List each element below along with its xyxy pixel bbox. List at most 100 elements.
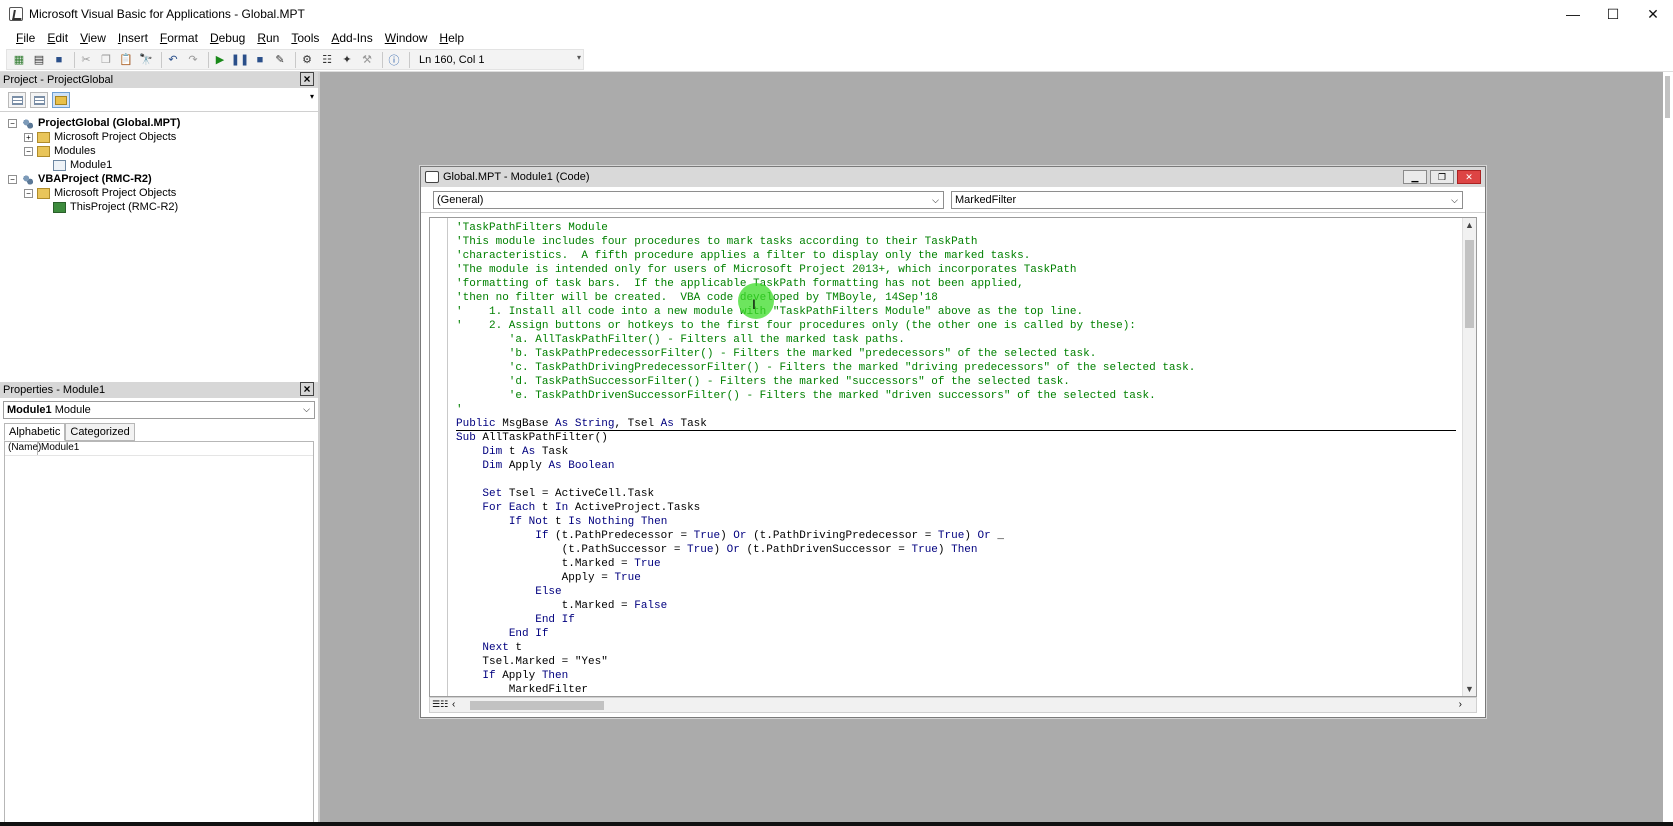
menu-view[interactable]: View: [74, 31, 112, 45]
collapse-icon[interactable]: −: [24, 146, 33, 156]
close-icon[interactable]: ✕: [1457, 170, 1481, 184]
tree-item[interactable]: ThisProject (RMC-R2): [8, 200, 318, 214]
chevron-down-icon[interactable]: ⌵: [1451, 195, 1458, 206]
horizontal-scroll-thumb[interactable]: [470, 701, 604, 710]
code-line[interactable]: 'characteristics. A fifth procedure appl…: [456, 249, 1456, 263]
code-line[interactable]: If (t.PathPredecessor = True) Or (t.Path…: [456, 529, 1456, 543]
minimize-button[interactable]: —: [1553, 0, 1593, 28]
tree-item[interactable]: − Modules: [8, 144, 318, 158]
expand-icon[interactable]: +: [24, 132, 33, 142]
code-line[interactable]: ' 2. Assign buttons or hotkeys to the fi…: [456, 319, 1456, 333]
restore-icon[interactable]: ❐: [1430, 170, 1454, 184]
view-code-button[interactable]: [8, 91, 26, 108]
code-margin[interactable]: [430, 218, 448, 696]
code-line[interactable]: Next t: [456, 641, 1456, 655]
design-mode-icon[interactable]: ✎: [272, 52, 288, 68]
code-line[interactable]: ': [456, 403, 1456, 417]
tree-item[interactable]: − Microsoft Project Objects: [8, 186, 318, 200]
code-line[interactable]: Dim t As Task: [456, 445, 1456, 459]
code-line[interactable]: ' 1. Install all code into a new module …: [456, 305, 1456, 319]
cut-icon[interactable]: ✂: [78, 52, 94, 68]
object-selector[interactable]: Module1 Module ⌵: [3, 401, 315, 419]
code-line[interactable]: t.Marked = True: [456, 557, 1456, 571]
toolbar-overflow-icon[interactable]: ▾: [577, 53, 581, 62]
save-icon[interactable]: ■: [51, 52, 67, 68]
code-line[interactable]: If Not t Is Nothing Then: [456, 515, 1456, 529]
property-row[interactable]: (Name) Module1: [5, 442, 313, 456]
chevron-down-icon[interactable]: ⌵: [303, 404, 310, 415]
code-line[interactable]: 'formatting of task bars. If the applica…: [456, 277, 1456, 291]
collapse-icon[interactable]: −: [8, 174, 17, 184]
scroll-arrow-icon[interactable]: ▾: [310, 92, 314, 101]
code-line[interactable]: 'b. TaskPathPredecessorFilter() - Filter…: [456, 347, 1456, 361]
toolbox-icon[interactable]: ⚒: [359, 52, 375, 68]
code-line[interactable]: (t.PathSuccessor = True) Or (t.PathDrive…: [456, 543, 1456, 557]
run-icon[interactable]: ▶: [212, 52, 228, 68]
view-toggle-icon[interactable]: ☰☷: [432, 699, 448, 710]
code-line[interactable]: For Each t In ActiveProject.Tasks: [456, 501, 1456, 515]
code-line[interactable]: Public MsgBase As String, Tsel As Task: [456, 417, 1456, 431]
code-line[interactable]: [456, 473, 1456, 487]
code-editor[interactable]: 'TaskPathFilters Module 'This module incl…: [429, 217, 1477, 697]
code-line[interactable]: If Apply Then: [456, 669, 1456, 683]
tab-categorized[interactable]: Categorized: [65, 423, 135, 441]
menu-help[interactable]: Help: [433, 31, 470, 45]
tree-item[interactable]: − ProjectGlobal (Global.MPT): [8, 116, 318, 130]
menu-debug[interactable]: Debug: [204, 31, 251, 45]
code-line[interactable]: MarkedFilter: [456, 683, 1456, 696]
maximize-button[interactable]: ☐: [1593, 0, 1633, 28]
menu-insert[interactable]: Insert: [112, 31, 154, 45]
code-lines[interactable]: 'TaskPathFilters Module 'This module incl…: [456, 221, 1456, 696]
scroll-left-icon[interactable]: ‹: [452, 699, 455, 710]
toggle-folders-button[interactable]: [52, 91, 70, 108]
code-line[interactable]: Dim Apply As Boolean: [456, 459, 1456, 473]
project-explorer-icon[interactable]: ⚙: [299, 52, 315, 68]
code-line[interactable]: t.Marked = False: [456, 599, 1456, 613]
code-line[interactable]: 'This module includes four procedures to…: [456, 235, 1456, 249]
collapse-icon[interactable]: −: [24, 188, 33, 198]
desktop-scroll-thumb[interactable]: [1665, 76, 1670, 118]
code-line[interactable]: Sub AllTaskPathFilter(): [456, 431, 1456, 445]
procedure-combo[interactable]: MarkedFilter ⌵: [951, 190, 1463, 209]
menu-window[interactable]: Window: [379, 31, 434, 45]
copy-icon[interactable]: ❐: [98, 52, 114, 68]
insert-module-icon[interactable]: ▤: [31, 52, 47, 68]
code-line[interactable]: Else: [456, 585, 1456, 599]
object-combo[interactable]: (General) ⌵: [433, 190, 944, 209]
code-line[interactable]: 'a. AllTaskPathFilter() - Filters all th…: [456, 333, 1456, 347]
scroll-right-icon[interactable]: ›: [1459, 699, 1462, 710]
break-icon[interactable]: ❚❚: [231, 52, 249, 68]
close-button[interactable]: ✕: [1633, 0, 1673, 28]
code-line[interactable]: End If: [456, 627, 1456, 641]
tree-item[interactable]: − VBAProject (RMC-R2): [8, 172, 318, 186]
scroll-down-icon[interactable]: ▼: [1465, 684, 1474, 694]
menu-add-ins[interactable]: Add-Ins: [325, 31, 378, 45]
help-icon[interactable]: ⓘ: [386, 52, 402, 68]
menu-format[interactable]: Format: [154, 31, 204, 45]
code-line[interactable]: Apply = True: [456, 571, 1456, 585]
paste-icon[interactable]: 📋: [118, 52, 134, 68]
undo-icon[interactable]: ↶: [165, 52, 181, 68]
close-icon[interactable]: ×: [300, 72, 314, 86]
horizontal-scrollbar[interactable]: ☰☷ ‹ ›: [429, 697, 1477, 713]
code-line[interactable]: End If: [456, 613, 1456, 627]
view-excel-icon[interactable]: ▦: [11, 52, 27, 68]
reset-icon[interactable]: ■: [252, 52, 268, 68]
property-value[interactable]: Module1: [38, 442, 79, 455]
menu-tools[interactable]: Tools: [285, 31, 325, 45]
menu-run[interactable]: Run: [251, 31, 285, 45]
menu-edit[interactable]: Edit: [41, 31, 74, 45]
find-icon[interactable]: 🔭: [138, 52, 154, 68]
view-object-button[interactable]: [30, 91, 48, 108]
tree-item[interactable]: Module1: [8, 158, 318, 172]
chevron-down-icon[interactable]: ⌵: [932, 195, 939, 206]
code-line[interactable]: 'TaskPathFilters Module: [456, 221, 1456, 235]
vertical-scroll-thumb[interactable]: [1465, 240, 1474, 328]
minimize-icon[interactable]: ▁: [1403, 170, 1427, 184]
tab-alphabetic[interactable]: Alphabetic: [4, 423, 66, 441]
scroll-up-icon[interactable]: ▲: [1465, 220, 1474, 230]
code-line[interactable]: 'd. TaskPathSuccessorFilter() - Filters …: [456, 375, 1456, 389]
tree-item[interactable]: + Microsoft Project Objects: [8, 130, 318, 144]
redo-icon[interactable]: ↷: [185, 52, 201, 68]
menu-file[interactable]: File: [10, 31, 41, 45]
